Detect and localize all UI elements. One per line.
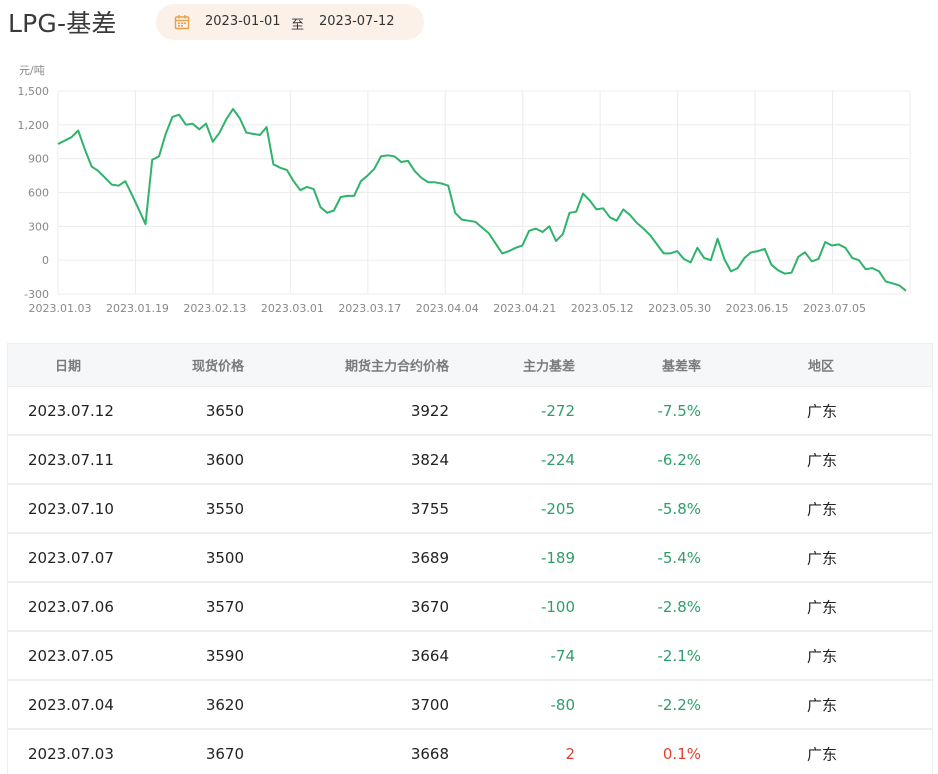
- cell-basis-rate: 0.1%: [662, 744, 701, 763]
- series-layer: [57, 108, 907, 292]
- cell-date: 2023.07.07: [28, 548, 114, 567]
- cell-basis: -272: [540, 401, 575, 420]
- cell-spot-price: 3620: [205, 695, 244, 714]
- cell-spot-price: 3570: [205, 597, 244, 616]
- table-row: 2023.07.05 3590 3664 -74 -2.1% 广东: [7, 631, 933, 680]
- cell-basis-rate: -2.2%: [657, 695, 701, 714]
- cell-basis-rate: -5.8%: [657, 499, 701, 518]
- cell-region: 广东: [807, 451, 838, 469]
- x-tick-label: 2023.03.01: [261, 302, 324, 315]
- page-title: LPG-基差: [8, 9, 117, 38]
- cell-basis-rate: -5.4%: [657, 548, 701, 567]
- cell-spot-price: 3590: [205, 646, 244, 665]
- y-axis: 1,500 1,200 900 600 300 0 -300: [18, 85, 50, 301]
- col-rate-header[interactable]: 基差率: [662, 356, 701, 375]
- chart-grid: [57, 90, 911, 295]
- basis-table: 日期 现货价格 期货主力合约价格 主力基差 基差率 地区 2023.07.12 3…: [7, 343, 933, 774]
- x-axis: 2023.01.03 2023.01.19 2023.02.13 2023.03.01…: [29, 302, 867, 315]
- cell-spot-price: 3650: [205, 401, 244, 420]
- cell-region: 广东: [807, 745, 838, 763]
- x-tick-label: 2023.01.19: [106, 302, 169, 315]
- cell-basis-rate: -2.8%: [657, 597, 701, 616]
- table-header: 日期 现货价格 期货主力合约价格 主力基差 基差率 地区: [7, 343, 933, 386]
- col-basis-header[interactable]: 主力基差: [523, 356, 575, 375]
- col-region-header[interactable]: 地区: [808, 356, 834, 375]
- x-tick-label: 2023.06.15: [726, 302, 789, 315]
- table-body: 2023.07.12 3650 3922 -272 -7.5% 广东 2023.07.11 3…: [7, 386, 933, 774]
- table-row: 2023.07.07 3500 3689 -189 -5.4% 广东: [7, 533, 933, 582]
- basis-line-chart: 1,5001,2009006003000-300 2023.01.03 2023.…: [18, 64, 911, 315]
- table-row: 2023.07.11 3600 3824 -224 -6.2% 广东: [7, 435, 933, 484]
- table-row: 2023.07.06 3570 3670 -100 -2.8% 广东: [7, 582, 933, 631]
- y-axis-label: 元/吨: [19, 64, 45, 77]
- cell-basis: -100: [540, 597, 575, 616]
- y-tick-label: 1,200: [18, 119, 50, 132]
- x-tick-label: 2023.03.17: [338, 302, 401, 315]
- date-range-picker[interactable]: 2023-01-01 至 2023-07-12: [156, 4, 424, 40]
- cell-spot-price: 3500: [205, 548, 244, 567]
- x-tick-label: 2023.04.21: [493, 302, 556, 315]
- calendar-icon: [174, 15, 190, 30]
- cell-futures-price: 3689: [410, 548, 449, 567]
- cell-basis: -74: [550, 646, 576, 665]
- date-separator: 至: [291, 18, 305, 33]
- cell-region: 广东: [807, 500, 838, 518]
- y-tick-label: 600: [28, 187, 49, 200]
- table-row: 2023.07.03 3670 3668 2 0.1% 广东: [7, 729, 933, 774]
- cell-futures-price: 3922: [410, 401, 449, 420]
- cell-basis: -224: [540, 450, 575, 469]
- cell-spot-price: 3600: [205, 450, 244, 469]
- x-tick-label: 2023.04.04: [416, 302, 479, 315]
- y-tick-label: 300: [28, 220, 49, 233]
- x-tick-label: 2023.07.05: [803, 302, 866, 315]
- cell-basis-rate: -6.2%: [657, 450, 701, 469]
- cell-futures-price: 3668: [410, 744, 449, 763]
- basis-series-line: [57, 108, 907, 292]
- cell-spot-price: 3550: [205, 499, 244, 518]
- table-row: 2023.07.12 3650 3922 -272 -7.5% 广东: [7, 386, 933, 435]
- col-date-header[interactable]: 日期: [55, 356, 81, 375]
- x-tick-label: 2023.02.13: [183, 302, 246, 315]
- y-tick-label: 900: [28, 153, 49, 166]
- cell-date: 2023.07.06: [28, 597, 114, 616]
- cell-basis: -80: [550, 695, 576, 714]
- cell-futures-price: 3824: [410, 450, 449, 469]
- cell-region: 广东: [807, 647, 838, 665]
- cell-date: 2023.07.03: [28, 744, 114, 763]
- table-row: 2023.07.04 3620 3700 -80 -2.2% 广东: [7, 680, 933, 729]
- cell-region: 广东: [807, 549, 838, 567]
- col-futures-header[interactable]: 期货主力合约价格: [345, 356, 449, 375]
- y-tick-label: -300: [24, 288, 49, 301]
- cell-basis: -205: [540, 499, 575, 518]
- cell-date: 2023.07.04: [28, 695, 114, 714]
- table-row: 2023.07.10 3550 3755 -205 -5.8% 广东: [7, 484, 933, 533]
- cell-date: 2023.07.05: [28, 646, 114, 665]
- cell-basis: 2: [565, 744, 575, 763]
- cell-date: 2023.07.10: [28, 499, 114, 518]
- col-spot-header[interactable]: 现货价格: [192, 356, 244, 375]
- x-tick-label: 2023.05.30: [648, 302, 711, 315]
- y-tick-label: 1,500: [18, 85, 50, 98]
- cell-region: 广东: [807, 696, 838, 714]
- cell-region: 广东: [807, 598, 838, 616]
- end-date-input[interactable]: 2023-07-12: [319, 14, 395, 29]
- cell-basis: -189: [540, 548, 575, 567]
- cell-basis-rate: -7.5%: [657, 401, 701, 420]
- x-tick-label: 2023.01.03: [29, 302, 92, 315]
- cell-futures-price: 3755: [410, 499, 449, 518]
- cell-futures-price: 3670: [410, 597, 449, 616]
- cell-basis-rate: -2.1%: [657, 646, 701, 665]
- cell-date: 2023.07.11: [28, 450, 114, 469]
- cell-futures-price: 3664: [410, 646, 449, 665]
- cell-spot-price: 3670: [205, 744, 244, 763]
- start-date-input[interactable]: 2023-01-01: [205, 14, 281, 29]
- cell-date: 2023.07.12: [28, 401, 114, 420]
- cell-region: 广东: [807, 402, 838, 420]
- y-tick-label: 0: [42, 254, 49, 267]
- cell-futures-price: 3700: [410, 695, 449, 714]
- x-tick-label: 2023.05.12: [571, 302, 634, 315]
